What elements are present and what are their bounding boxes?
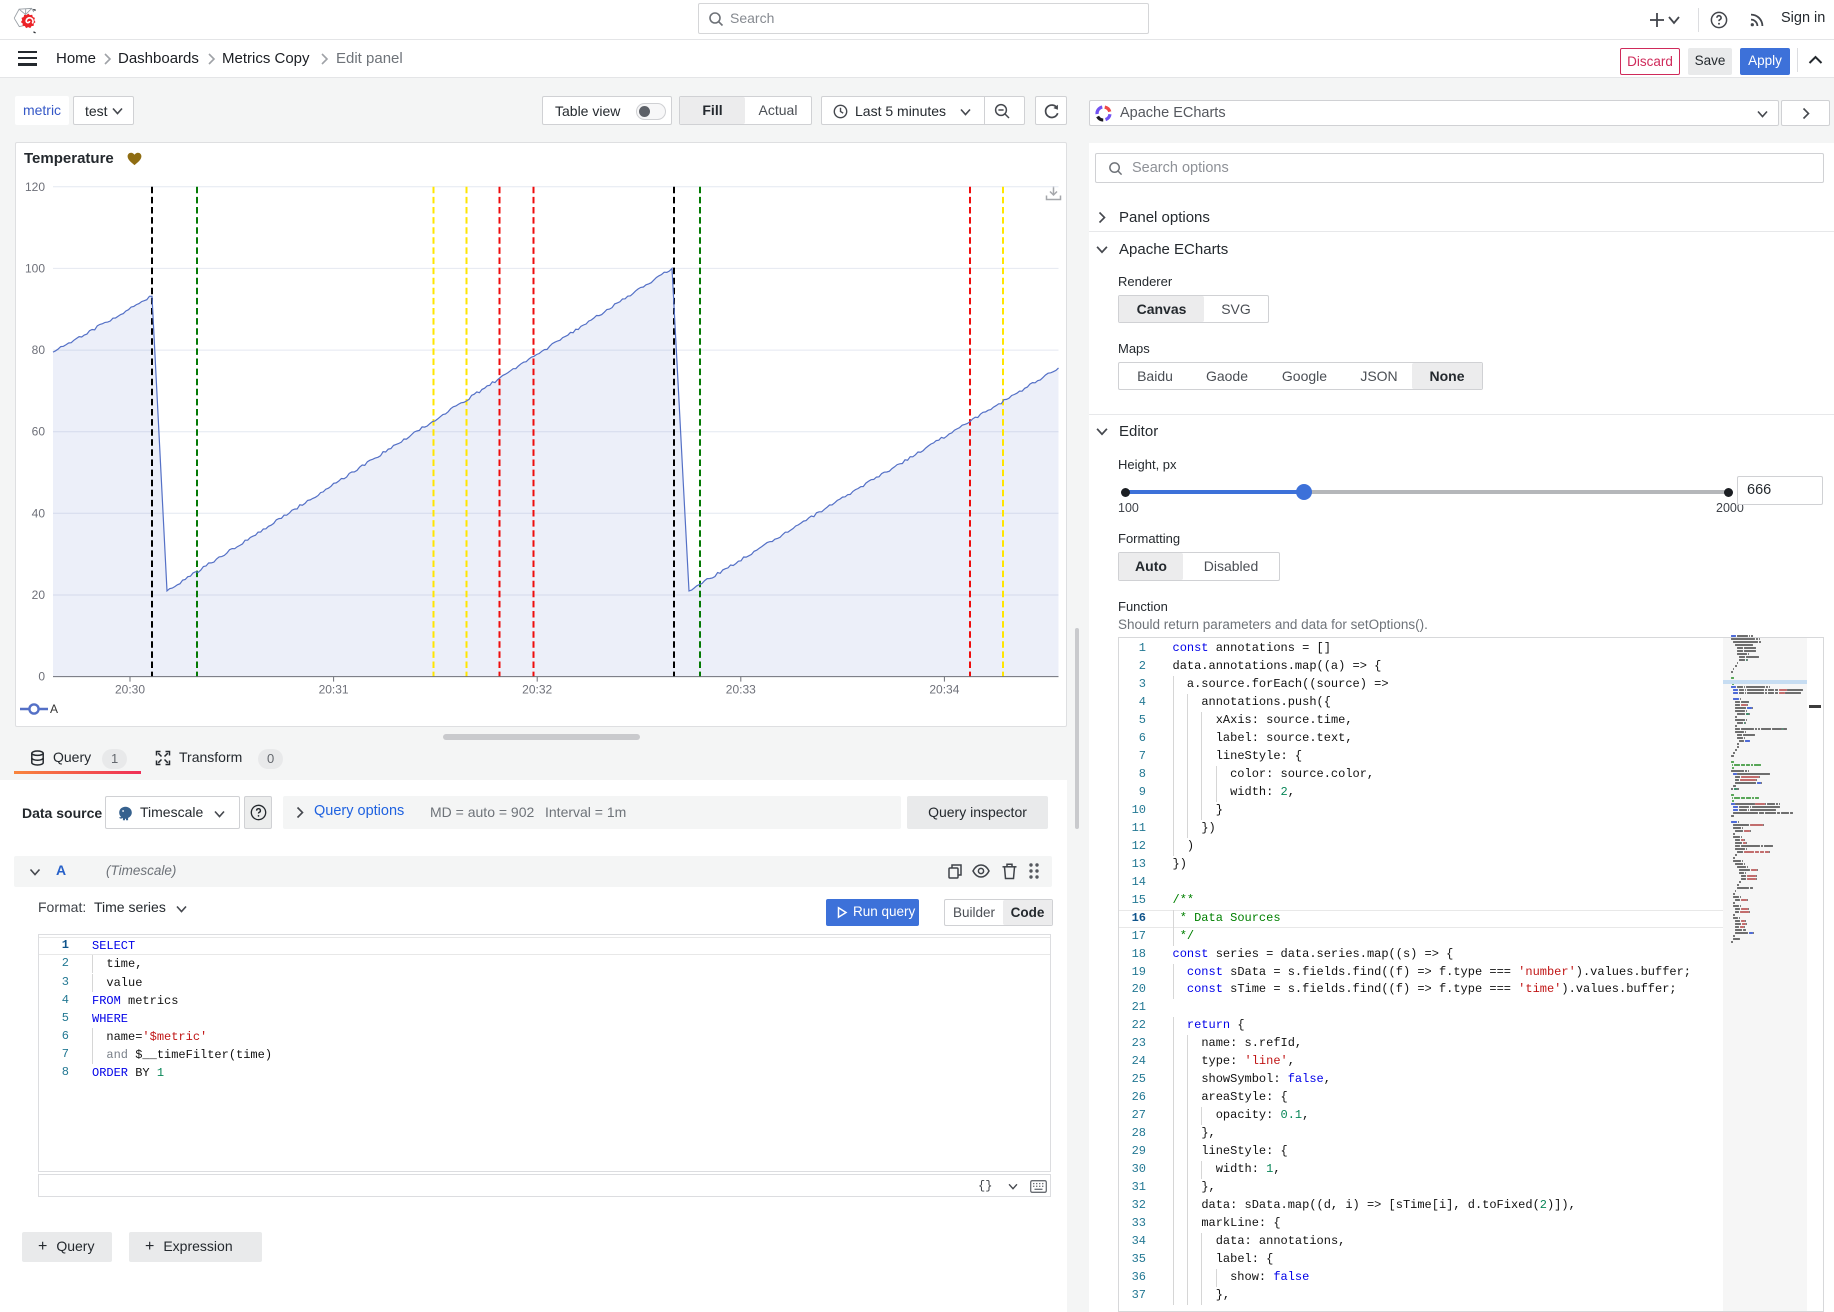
svg-text:100: 100 (25, 261, 45, 275)
svg-text:20: 20 (32, 588, 46, 602)
svg-text:20:32: 20:32 (522, 683, 552, 697)
svg-text:0: 0 (38, 670, 45, 684)
svg-text:80: 80 (32, 343, 46, 357)
svg-text:20:33: 20:33 (726, 683, 756, 697)
svg-text:20:34: 20:34 (929, 683, 959, 697)
svg-text:40: 40 (32, 506, 46, 520)
svg-text:20:31: 20:31 (319, 683, 349, 697)
svg-text:20:30: 20:30 (115, 683, 145, 697)
svg-text:60: 60 (32, 425, 46, 439)
svg-text:120: 120 (25, 180, 45, 194)
